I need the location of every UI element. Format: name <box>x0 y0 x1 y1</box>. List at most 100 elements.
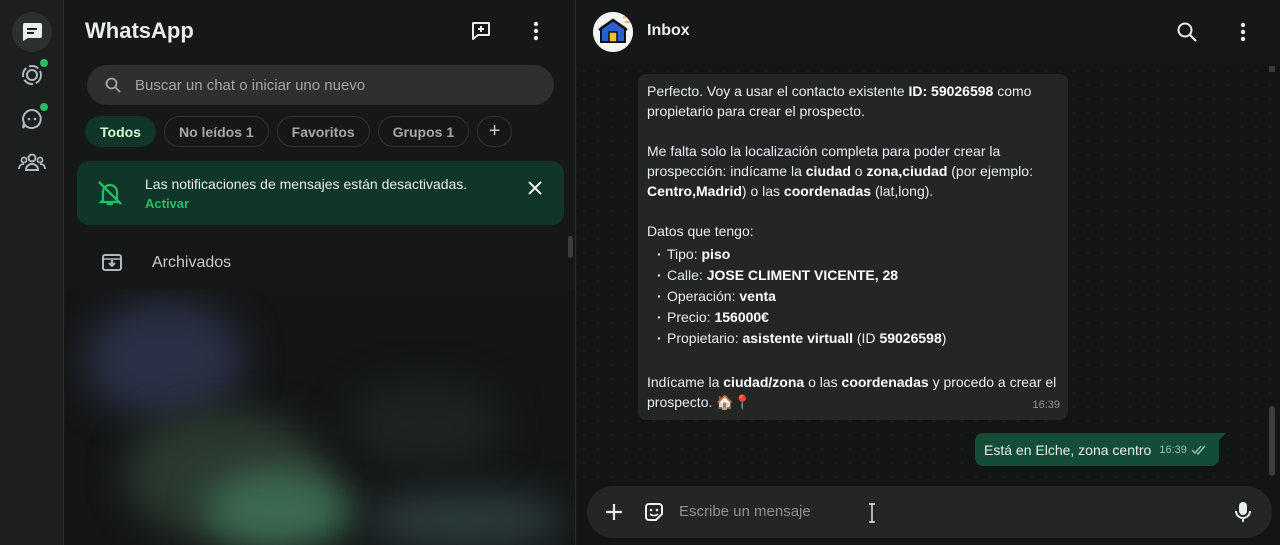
message-text: Está en Elche, zona centro <box>984 441 1152 458</box>
message-text: (lat,long). <box>874 183 934 199</box>
new-chat-button[interactable] <box>468 18 494 44</box>
notifications-banner-text: Las notificaciones de mensajes están des… <box>145 176 468 192</box>
chats-icon <box>22 23 42 41</box>
enable-notifications-link[interactable]: Activar <box>145 196 189 211</box>
message-text: (por ejemplo: <box>951 163 1033 179</box>
message-time: 16:39 <box>1032 399 1060 411</box>
close-banner-button[interactable] <box>524 177 546 199</box>
voice-message-button[interactable] <box>1231 500 1255 524</box>
contact-avatar[interactable] <box>593 12 633 52</box>
status-unread-dot <box>40 59 48 67</box>
message-bold: Centro,Madrid <box>647 183 742 199</box>
search-placeholder: Buscar un chat o iniciar uno nuevo <box>135 76 366 94</box>
archived-row[interactable]: Archivados <box>65 240 565 286</box>
message-text: Perfecto. Voy a usar el contacto existen… <box>647 83 905 99</box>
filter-grupos[interactable]: Grupos 1 <box>377 116 470 147</box>
conversation-menu-button[interactable] <box>1230 19 1256 45</box>
communities-button[interactable] <box>12 142 52 182</box>
message-text: Indícame la <box>647 374 720 390</box>
message-paragraph: Me falta solo la localización completa p… <box>647 141 1059 201</box>
message-text: o las <box>808 374 838 390</box>
house-pin-emoji: 🏠📍 <box>716 394 752 410</box>
scroll-up-arrow[interactable] <box>1269 66 1275 72</box>
item-label: Tipo: <box>667 246 698 262</box>
item-value: piso <box>701 246 731 262</box>
sticker-button[interactable] <box>642 500 666 524</box>
conversation-panel: Inbox Perfecto. Voy a usar el contacto e… <box>577 0 1280 545</box>
chat-list-scrollbar[interactable] <box>568 236 573 258</box>
item-text: (ID <box>856 330 876 346</box>
channels-unread-dot <box>40 103 48 111</box>
archived-label: Archivados <box>152 254 232 271</box>
item-label: Operación: <box>667 288 736 304</box>
incoming-message[interactable]: Perfecto. Voy a usar el contacto existen… <box>638 74 1068 420</box>
message-bold: ciudad <box>805 163 851 179</box>
list-item: Tipo: piso <box>657 244 1059 265</box>
message-text: o <box>854 163 863 179</box>
kebab-menu-icon <box>1240 22 1246 42</box>
whatsapp-app: WhatsApp Buscar un chat o iniciar uno nu… <box>0 0 1280 545</box>
filter-no-leidos[interactable]: No leídos 1 <box>163 116 269 147</box>
filter-todos[interactable]: Todos <box>85 116 156 147</box>
nav-rail <box>0 0 64 545</box>
channels-icon <box>22 108 42 129</box>
status-button[interactable] <box>12 55 52 95</box>
conversation-header[interactable]: Inbox <box>577 0 1280 64</box>
plus-icon <box>606 504 622 520</box>
double-check-icon <box>1191 445 1206 455</box>
status-icon <box>22 65 42 85</box>
search-icon <box>105 77 121 93</box>
text-cursor-icon <box>869 503 875 523</box>
message-paragraph: Perfecto. Voy a usar el contacto existen… <box>647 81 1059 121</box>
attach-button[interactable] <box>602 500 626 524</box>
list-item: Operación: venta <box>657 286 1059 307</box>
search-icon <box>1177 22 1197 42</box>
search-input[interactable]: Buscar un chat o iniciar uno nuevo <box>87 65 554 105</box>
blurred-chat-list <box>65 290 575 545</box>
outgoing-message[interactable]: Está en Elche, zona centro 16:39 <box>975 433 1226 466</box>
item-label: Propietario: <box>667 330 739 346</box>
close-icon <box>528 181 542 195</box>
list-menu-button[interactable] <box>523 18 549 44</box>
list-item: Precio: 156000€ <box>657 307 1059 328</box>
bell-off-icon <box>98 181 122 206</box>
item-value: JOSE CLIMENT VICENTE, 28 <box>706 267 899 283</box>
filter-favoritos[interactable]: Favoritos <box>276 116 370 147</box>
item-value: asistente virtuall <box>742 330 853 346</box>
message-time: 16:39 <box>1159 443 1187 456</box>
data-list: Tipo: piso Calle: JOSE CLIMENT VICENTE, … <box>657 244 1059 349</box>
list-item: Propietario: asistente virtuall (ID 5902… <box>657 328 1059 349</box>
contact-name: Inbox <box>647 22 690 39</box>
item-text: ) <box>941 330 947 346</box>
message-bold: ciudad/zona <box>723 374 805 390</box>
chats-button[interactable] <box>12 12 52 52</box>
message-bold: coordenadas <box>841 374 929 390</box>
message-bold: zona,ciudad <box>866 163 948 179</box>
message-paragraph: Indícame la ciudad/zona o las coordenada… <box>647 372 1059 412</box>
list-item: Calle: JOSE CLIMENT VICENTE, 28 <box>657 265 1059 286</box>
app-title: WhatsApp <box>85 18 194 43</box>
sticker-icon <box>645 503 663 521</box>
add-filter-button[interactable]: + <box>477 116 513 147</box>
conversation-scrollbar[interactable] <box>1269 406 1275 476</box>
notifications-banner: Las notificaciones de mensajes están des… <box>77 161 564 225</box>
message-input[interactable]: Escribe un mensaje <box>679 503 811 520</box>
message-bold: coordenadas <box>783 183 872 199</box>
item-label: Calle: <box>667 267 703 283</box>
message-bold: ID: 59026598 <box>908 83 994 99</box>
archive-icon <box>102 254 122 271</box>
message-text: ) o las <box>741 183 781 199</box>
communities-icon <box>18 153 46 171</box>
chat-list-panel: WhatsApp Buscar un chat o iniciar uno nu… <box>65 0 576 545</box>
search-messages-button[interactable] <box>1174 19 1200 45</box>
item-label: Precio: <box>667 309 711 325</box>
message-composer: Escribe un mensaje <box>587 486 1272 538</box>
house-logo-icon <box>593 12 633 52</box>
microphone-icon <box>1235 502 1251 522</box>
channels-button[interactable] <box>12 99 52 139</box>
item-value: 59026598 <box>879 330 942 346</box>
item-value: 156000€ <box>714 309 769 325</box>
filter-chips: Todos No leídos 1 Favoritos Grupos 1 + <box>85 116 513 147</box>
message-paragraph: Datos que tengo: <box>647 223 754 239</box>
item-value: venta <box>739 288 776 304</box>
